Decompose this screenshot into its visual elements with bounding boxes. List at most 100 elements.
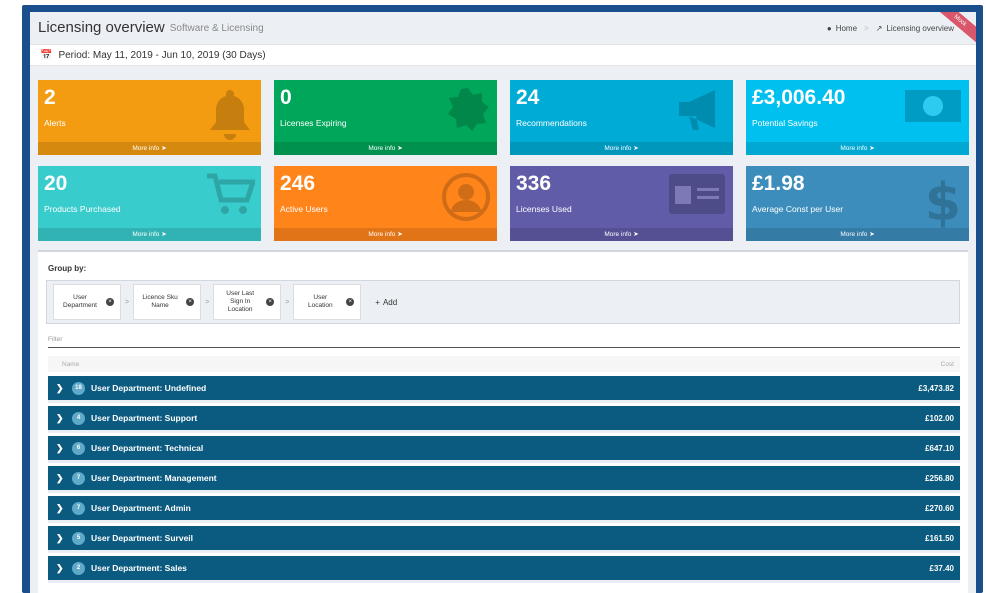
box-label: Alerts (44, 118, 66, 128)
box-label: Licenses Used (516, 204, 572, 214)
certificate-icon (448, 88, 489, 131)
row-cost: £102.00 (925, 413, 954, 423)
more-info-link[interactable]: More info ➤ (38, 142, 261, 155)
row-name: User Department: Sales (91, 563, 187, 573)
column-cost-header: Cost (940, 360, 954, 368)
count-badge: 6 (72, 441, 85, 455)
box-value: 0 (280, 86, 292, 109)
row-name: User Department: Admin (91, 503, 191, 513)
box-licenses-used: 336 Licenses Used More info ➤ (510, 166, 733, 241)
chevron-right-icon[interactable]: ❯ (56, 473, 68, 484)
bell-icon (210, 90, 250, 140)
more-info-link[interactable]: More info ➤ (510, 142, 733, 155)
more-info-link[interactable]: More info ➤ (274, 228, 497, 241)
add-group-button[interactable]: + Add (375, 298, 397, 307)
row-cost: £161.50 (925, 533, 954, 543)
group-by-chips: User Department × > Licence Sku Name × >… (46, 280, 960, 324)
count-badge: 5 (72, 531, 85, 545)
row-name: User Department: Management (91, 473, 217, 483)
box-alerts: 2 Alerts More info ➤ (38, 80, 261, 155)
close-icon[interactable]: × (106, 298, 114, 306)
box-value: 20 (44, 172, 68, 195)
box-label: Products Purchased (44, 204, 121, 214)
row-name: User Department: Surveil (91, 533, 194, 543)
box-value: 336 (516, 172, 552, 195)
chevron-right-icon[interactable]: ❯ (56, 443, 68, 454)
box-label: Recommendations (516, 118, 587, 128)
box-value: 2 (44, 86, 56, 109)
money-icon (905, 90, 961, 122)
bullhorn-icon (679, 90, 715, 130)
count-badge: 7 (72, 501, 85, 515)
id-card-icon (669, 174, 725, 214)
svg-text:$: $ (925, 173, 961, 228)
user-circle-icon (442, 173, 490, 221)
page-subtitle: Software & Licensing (169, 23, 264, 34)
app-content: Licensing overview Software & Licensing … (30, 12, 976, 593)
chevron-right-icon[interactable]: ❯ (56, 503, 68, 514)
dollar-icon: $ (925, 173, 961, 228)
more-info-link[interactable]: More info ➤ (746, 142, 969, 155)
filter-input[interactable]: Filter (48, 332, 960, 348)
box-value: 24 (516, 86, 540, 109)
breadcrumb-home[interactable]: Home (836, 24, 857, 33)
chevron-right-icon[interactable]: ❯ (56, 413, 68, 424)
row-name: User Department: Undefined (91, 383, 207, 393)
row-name: User Department: Technical (91, 443, 204, 453)
count-badge: 18 (72, 381, 85, 395)
box-average-cost: £1.98 Average Const per User $ More info… (746, 166, 969, 241)
count-badge: 4 (72, 411, 85, 425)
table-row[interactable]: ❯ 7 User Department: Management £256.80 (48, 466, 960, 493)
box-label: Average Const per User (752, 204, 844, 214)
box-potential-savings: £3,006.40 Potential Savings More info ➤ (746, 80, 969, 155)
chip-licence-sku-name[interactable]: Licence Sku Name × (133, 284, 202, 320)
box-licenses-expiring: 0 Licenses Expiring More info ➤ (274, 80, 497, 155)
table-row[interactable]: ❯ 2 User Department: Sales £37.40 (48, 556, 960, 583)
box-label: Licenses Expiring (280, 118, 347, 128)
box-products-purchased: 20 Products Purchased More info ➤ (38, 166, 261, 241)
row-name: User Department: Support (91, 413, 198, 423)
table-row[interactable]: ❯ 5 User Department: Surveil £161.50 (48, 526, 960, 553)
breadcrumb: ● Home > ↗ Licensing overview (827, 24, 954, 33)
row-cost: £647.10 (925, 443, 954, 453)
chart-icon: ↗ (875, 24, 883, 33)
row-cost: £37.40 (929, 563, 954, 573)
box-value: £1.98 (752, 172, 805, 195)
table-row[interactable]: ❯ 6 User Department: Technical £647.10 (48, 436, 960, 463)
row-cost: £270.60 (925, 503, 954, 513)
more-info-link[interactable]: More info ➤ (510, 228, 733, 241)
count-badge: 2 (72, 561, 85, 575)
count-badge: 7 (72, 471, 85, 485)
chevron-right-icon[interactable]: ❯ (56, 383, 68, 394)
home-icon: ● (826, 24, 832, 33)
box-value: £3,006.40 (752, 86, 846, 109)
period-text: Period: May 11, 2019 - Jun 10, 2019 (30 … (58, 49, 266, 61)
more-info-link[interactable]: More info ➤ (274, 142, 497, 155)
close-icon[interactable]: × (346, 298, 355, 306)
chevron-right-icon: > (285, 298, 290, 306)
close-icon[interactable]: × (266, 298, 275, 306)
chevron-right-icon: > (125, 298, 130, 306)
group-by-label: Group by: (48, 264, 87, 273)
more-info-link[interactable]: More info ➤ (746, 228, 969, 241)
chip-user-location[interactable]: User Location × (293, 284, 362, 320)
table-row[interactable]: ❯ 7 User Department: Admin £270.60 (48, 496, 960, 523)
box-value: 246 (280, 172, 316, 195)
chevron-right-icon[interactable]: ❯ (56, 533, 68, 544)
page-title: Licensing overview (38, 18, 165, 36)
chip-user-last-sign-in-location[interactable]: User Last Sign In Location × (213, 284, 282, 320)
table-row[interactable]: ❯ 4 User Department: Support £102.00 (48, 406, 960, 433)
calendar-icon: 📅 (40, 49, 53, 61)
breadcrumb-current: Licensing overview (886, 24, 954, 33)
table-header: Name Cost (48, 356, 960, 372)
group-by-panel: Group by: User Department × > Licence Sk… (38, 250, 968, 593)
breadcrumb-separator: > (864, 24, 869, 33)
row-cost: £256.80 (925, 473, 954, 483)
chip-user-department[interactable]: User Department × (53, 284, 121, 320)
more-info-link[interactable]: More info ➤ (38, 228, 261, 241)
table-row[interactable]: ❯ 18 User Department: Undefined £3,473.8… (48, 376, 960, 403)
chevron-right-icon[interactable]: ❯ (56, 563, 68, 574)
box-label: Active Users (280, 204, 328, 214)
plus-icon: + (375, 297, 380, 307)
close-icon[interactable]: × (186, 298, 195, 306)
